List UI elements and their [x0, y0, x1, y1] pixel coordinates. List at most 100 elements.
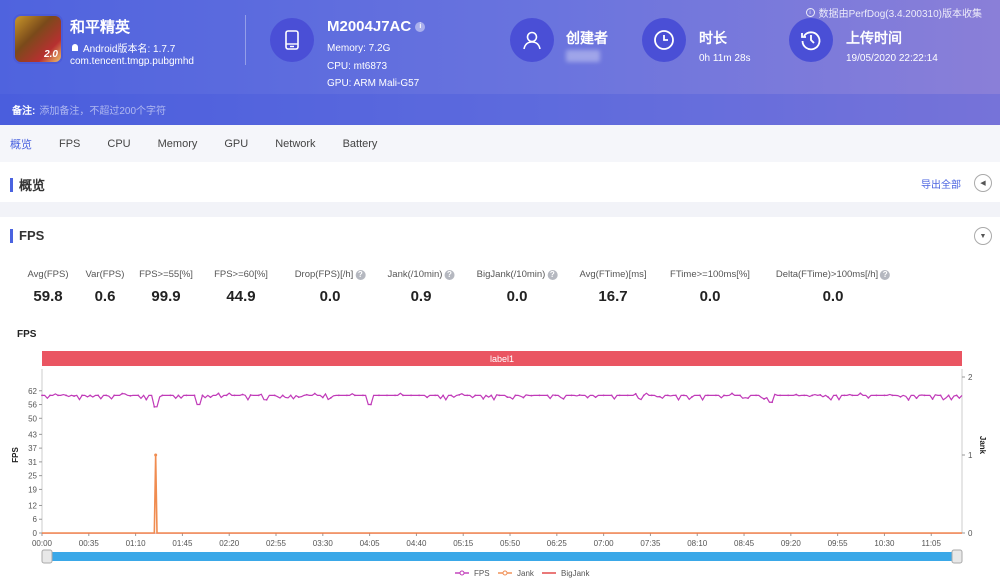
divider [245, 15, 246, 65]
fps-data-point [947, 394, 950, 397]
x-tick-label: 09:55 [828, 539, 849, 548]
overview-panel: 概览 导出全部 ◀ [0, 162, 1000, 202]
app-icon: 2.0 [13, 14, 63, 64]
fps-data-point [755, 394, 757, 397]
note-input[interactable]: 添加备注，不超过200个字符 [39, 102, 166, 117]
jank-data-point [154, 453, 158, 457]
fps-data-point [97, 394, 100, 397]
y-tick-label: 50 [28, 414, 37, 423]
fps-data-point [955, 394, 958, 397]
user-icon [510, 18, 554, 62]
fps-data-point [578, 394, 581, 396]
fps-data-point [715, 394, 717, 397]
fps-data-point [313, 392, 316, 395]
fps-data-point [386, 394, 388, 397]
fps-data-point [747, 397, 749, 400]
x-tick-label: 04:05 [360, 539, 381, 548]
fps-data-point [843, 394, 846, 397]
legend-label-fps[interactable]: FPS [474, 569, 490, 578]
fps-series-line [42, 392, 963, 408]
fps-data-point [570, 394, 573, 397]
tab-cpu[interactable]: CPU [107, 138, 130, 150]
y-tick-label: 12 [28, 501, 37, 510]
y-tick-label: 43 [28, 430, 37, 439]
fps-data-point [674, 394, 677, 397]
fps-data-point [482, 397, 485, 400]
fps-data-point [538, 394, 541, 397]
x-tick-label: 11:05 [922, 539, 942, 548]
fps-data-point [297, 396, 300, 399]
fps-data-point [329, 396, 332, 399]
fps-data-point [827, 396, 830, 399]
x-tick-label: 10:30 [874, 539, 895, 548]
fps-data-point [650, 394, 653, 397]
tablet-icon [270, 18, 314, 62]
tab-fps[interactable]: FPS [59, 138, 80, 150]
fps-data-point [899, 395, 902, 398]
fps-data-point [105, 394, 108, 397]
fps-data-point [939, 394, 942, 397]
x-tick-label: 05:15 [453, 539, 474, 548]
y-tick-label: 19 [28, 485, 37, 494]
fps-data-point [787, 394, 790, 397]
fps-data-point [763, 398, 765, 400]
fps-data-point [915, 397, 918, 400]
y-tick-label: 0 [33, 529, 38, 538]
fps-data-point [891, 394, 894, 397]
duration-title: 时长 [699, 30, 727, 46]
fps-data-point [345, 394, 348, 397]
tab-battery[interactable]: Battery [343, 138, 378, 150]
android-icon [72, 43, 78, 51]
y2-tick-label: 0 [968, 529, 973, 538]
fps-chart: label106121925313743505662012FPSJank00:0… [11, 351, 987, 578]
note-label: 备注: [12, 106, 36, 117]
app-package: com.tencent.tmgp.pubgmhd [70, 56, 194, 67]
fps-data-point [699, 394, 701, 397]
fps-data-point [153, 405, 156, 408]
fps-data-point [594, 396, 597, 399]
fps-data-point [923, 394, 926, 397]
fps-data-point [867, 396, 870, 399]
perfdog-credit: i 数据由PerfDog(3.4.200310)版本收集 [805, 5, 982, 20]
y-tick-label: 31 [28, 458, 37, 467]
export-all-link[interactable]: 导出全部 [921, 176, 961, 191]
y2-tick-label: 1 [968, 451, 973, 460]
x-tick-label: 08:45 [734, 539, 755, 548]
fps-data-point [739, 394, 741, 397]
zoom-handle-right[interactable] [951, 549, 963, 564]
zoom-slider-track[interactable] [46, 552, 958, 561]
x-tick-label: 01:10 [126, 539, 147, 548]
fps-data-point [273, 394, 276, 397]
overview-title: 概览 [10, 175, 45, 194]
collapse-left-button[interactable]: ◀ [974, 174, 992, 192]
legend-label-jank[interactable]: Jank [517, 569, 535, 578]
fps-data-point [779, 394, 782, 397]
fps-data-point [875, 394, 878, 397]
tab-概览[interactable]: 概览 [10, 136, 32, 152]
legend-marker [459, 570, 465, 576]
fps-data-point [65, 394, 67, 397]
y-tick-label: 37 [28, 444, 37, 453]
zoom-handle-left[interactable] [41, 549, 53, 564]
fps-data-point [362, 394, 364, 397]
y-tick-label: 6 [33, 515, 38, 524]
legend-label-bigjank[interactable]: BigJank [561, 569, 590, 578]
tab-memory[interactable]: Memory [158, 138, 198, 150]
fps-data-point [771, 401, 774, 404]
fps-data-point [81, 394, 84, 397]
tab-network[interactable]: Network [275, 138, 315, 150]
fps-data-point [209, 396, 212, 399]
fps-data-point [514, 394, 517, 397]
fps-data-point [249, 394, 252, 396]
tab-gpu[interactable]: GPU [224, 138, 248, 150]
device-model: M2004J7AC i [327, 18, 426, 35]
fps-data-point [89, 394, 92, 397]
x-tick-label: 07:35 [640, 539, 661, 548]
jank-series-line [42, 454, 962, 534]
fps-data-point [811, 394, 814, 397]
info-icon[interactable]: i [415, 22, 426, 33]
fps-data-point [394, 394, 396, 397]
fps-data-point [41, 394, 43, 397]
x-tick-label: 00:00 [32, 539, 53, 548]
device-gpu: GPU: ARM Mali-G57 [327, 78, 420, 89]
